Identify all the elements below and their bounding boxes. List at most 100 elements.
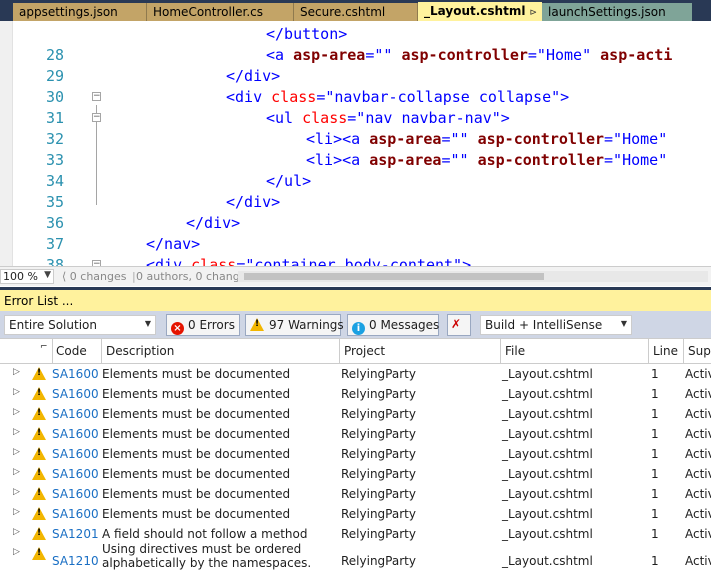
code-text: <a bbox=[342, 130, 361, 148]
code-line[interactable]: 36 </div> bbox=[0, 192, 711, 232]
table-row[interactable]: ▷ SA1600Elements must be documented Relyin… bbox=[0, 464, 711, 484]
build-filter-dropdown[interactable]: Build + IntelliSense ▼ bbox=[480, 315, 632, 335]
table-row[interactable]: ▷ SA1600Elements must be documented Relyin… bbox=[0, 384, 711, 404]
diagnostic-code-link[interactable]: SA1600 bbox=[52, 427, 99, 441]
expand-icon[interactable]: ▷ bbox=[13, 527, 20, 537]
diagnostic-code-link[interactable]: SA1600 bbox=[52, 487, 99, 501]
messages-filter-button[interactable]: i 0 Messages bbox=[347, 314, 439, 336]
collapse-icon[interactable]: − bbox=[92, 113, 101, 122]
expand-icon[interactable]: ▷ bbox=[13, 547, 20, 557]
code-text: asp-acti bbox=[600, 46, 673, 64]
errors-filter-button[interactable]: × 0 Errors bbox=[166, 314, 240, 336]
table-row[interactable]: ▷ SA1210Using directives must be ordereda… bbox=[0, 542, 711, 573]
code-line[interactable]: 28 </button> bbox=[0, 24, 711, 64]
warning-icon bbox=[32, 507, 46, 520]
column-header-code[interactable]: Code bbox=[56, 344, 87, 358]
code-text: </nav> bbox=[146, 235, 201, 253]
warning-icon bbox=[250, 318, 264, 331]
code-line[interactable]: 34 <li><a asp-area="" asp-controller="Ho… bbox=[0, 150, 711, 190]
horizontal-scrollbar[interactable] bbox=[238, 271, 708, 282]
code-line[interactable]: 39 − <div class="container body-content"… bbox=[0, 255, 711, 266]
line-cell: 1 bbox=[651, 407, 659, 421]
code-text: ="" bbox=[441, 130, 469, 148]
code-text: ="Home" bbox=[604, 151, 668, 169]
code-text: asp-area bbox=[293, 46, 366, 64]
expand-icon[interactable]: ▷ bbox=[13, 467, 20, 477]
expand-icon[interactable]: ▷ bbox=[13, 407, 20, 417]
expand-icon[interactable]: ▷ bbox=[13, 427, 20, 437]
panel-title: Error List ... bbox=[4, 294, 74, 308]
expand-icon[interactable]: ▷ bbox=[13, 507, 20, 517]
code-line[interactable]: 29 <a asp-area="" asp-controller="Home" … bbox=[0, 45, 711, 85]
description-cell: Elements must be documented bbox=[102, 447, 291, 461]
changes-indicator[interactable]: ⟨ 0 changes bbox=[62, 270, 127, 283]
table-row[interactable]: ▷ SA1201A field should not follow a metho… bbox=[0, 524, 711, 544]
code-line[interactable]: 30 </div> bbox=[0, 66, 711, 106]
tab-layout[interactable]: _Layout.cshtml⊳✕ bbox=[418, 2, 542, 21]
description-line: Using directives must be ordered bbox=[102, 542, 302, 556]
code-line[interactable]: 32 − <ul class="nav navbar-nav"> bbox=[0, 108, 711, 148]
code-text: </div> bbox=[226, 193, 281, 211]
table-row[interactable]: ▷ SA1600Elements must be documented Relyin… bbox=[0, 504, 711, 524]
tab-label: _Layout.cshtml bbox=[424, 4, 526, 18]
tab-appsettings[interactable]: appsettings.json bbox=[13, 3, 147, 21]
tab-homecontroller[interactable]: HomeController.cs bbox=[147, 3, 294, 21]
warning-icon bbox=[32, 527, 46, 540]
authors-indicator[interactable]: 0 authors, 0 changes bbox=[136, 270, 252, 283]
pin-icon[interactable]: ⊳ bbox=[529, 8, 537, 18]
code-line[interactable]: 35 </ul> bbox=[0, 171, 711, 211]
error-list-toolbar: Entire Solution ▼ × 0 Errors 97 Warnings i… bbox=[0, 311, 711, 338]
warnings-filter-button[interactable]: 97 Warnings bbox=[245, 314, 344, 336]
changes-count: 0 changes bbox=[69, 270, 127, 283]
diagnostic-code-link[interactable]: SA1600 bbox=[52, 367, 99, 381]
code-text: <div bbox=[226, 88, 263, 106]
table-row[interactable]: ▷ SA1600Elements must be documented Relyin… bbox=[0, 364, 711, 384]
tab-secure[interactable]: Secure.cshtml bbox=[294, 3, 418, 21]
table-row[interactable]: ▷ SA1600Elements must be documented Relyin… bbox=[0, 424, 711, 444]
code-text: class bbox=[271, 88, 317, 106]
code-line[interactable]: 33 <li><a asp-area="" asp-controller="Ho… bbox=[0, 129, 711, 169]
column-header-line[interactable]: Line bbox=[653, 344, 678, 358]
line-cell: 1 bbox=[651, 554, 659, 568]
diagnostic-code-link[interactable]: SA1201 bbox=[52, 527, 99, 541]
suppression-cell: Activ bbox=[685, 554, 711, 568]
tab-label: launchSettings.json bbox=[548, 5, 666, 19]
description-cell: A field should not follow a method bbox=[102, 527, 308, 541]
suppression-cell: Activ bbox=[685, 427, 711, 441]
table-row[interactable]: ▷ SA1600Elements must be documented Relyin… bbox=[0, 444, 711, 464]
table-row[interactable]: ▷ SA1600Elements must be documented Relyin… bbox=[0, 404, 711, 424]
diagnostic-code-link[interactable]: SA1600 bbox=[52, 507, 99, 521]
warning-icon bbox=[32, 447, 46, 460]
expand-icon[interactable]: ▷ bbox=[13, 447, 20, 457]
code-editor[interactable]: 28 </button> 29 <a asp-area="" asp-contr… bbox=[0, 21, 711, 266]
error-list-grid: ⌐ Code Description Project File Line Sup… bbox=[0, 338, 711, 573]
diagnostic-code-link[interactable]: SA1600 bbox=[52, 387, 99, 401]
expand-icon[interactable]: ▷ bbox=[13, 387, 20, 397]
expand-icon[interactable]: ▷ bbox=[13, 487, 20, 497]
column-header-description[interactable]: Description bbox=[106, 344, 174, 358]
description-cell: Elements must be documented bbox=[102, 467, 291, 481]
column-header-project[interactable]: Project bbox=[344, 344, 385, 358]
diagnostic-code-link[interactable]: SA1600 bbox=[52, 447, 99, 461]
code-line[interactable]: 37 </div> bbox=[0, 213, 711, 253]
code-line[interactable]: 38 </nav> bbox=[0, 234, 711, 266]
collapse-icon[interactable]: − bbox=[92, 92, 101, 101]
project-cell: RelyingParty bbox=[341, 407, 416, 421]
diagnostic-code-link[interactable]: SA1600 bbox=[52, 467, 99, 481]
column-header-suppression[interactable]: Supp bbox=[688, 344, 711, 358]
filter-toggle-button[interactable]: ✗ bbox=[447, 314, 471, 336]
sort-icon[interactable]: ⌐ bbox=[40, 342, 48, 352]
table-row[interactable]: ▷ SA1600Elements must be documented Relyin… bbox=[0, 484, 711, 504]
tab-launchsettings[interactable]: launchSettings.json bbox=[542, 3, 692, 21]
diagnostic-code-link[interactable]: SA1210 bbox=[52, 554, 99, 568]
diagnostic-code-link[interactable]: SA1600 bbox=[52, 407, 99, 421]
expand-icon[interactable]: ▷ bbox=[13, 367, 20, 377]
scrollbar-thumb[interactable] bbox=[244, 273, 544, 280]
code-text: </ul> bbox=[266, 172, 312, 190]
code-text: asp-area bbox=[369, 130, 442, 148]
zoom-dropdown[interactable]: 100 % ▼ bbox=[0, 269, 54, 284]
scope-dropdown[interactable]: Entire Solution ▼ bbox=[4, 315, 156, 335]
code-line[interactable]: 31 − <div class="navbar-collapse collaps… bbox=[0, 87, 711, 127]
code-text: <li> bbox=[306, 130, 343, 148]
column-header-file[interactable]: File bbox=[505, 344, 525, 358]
